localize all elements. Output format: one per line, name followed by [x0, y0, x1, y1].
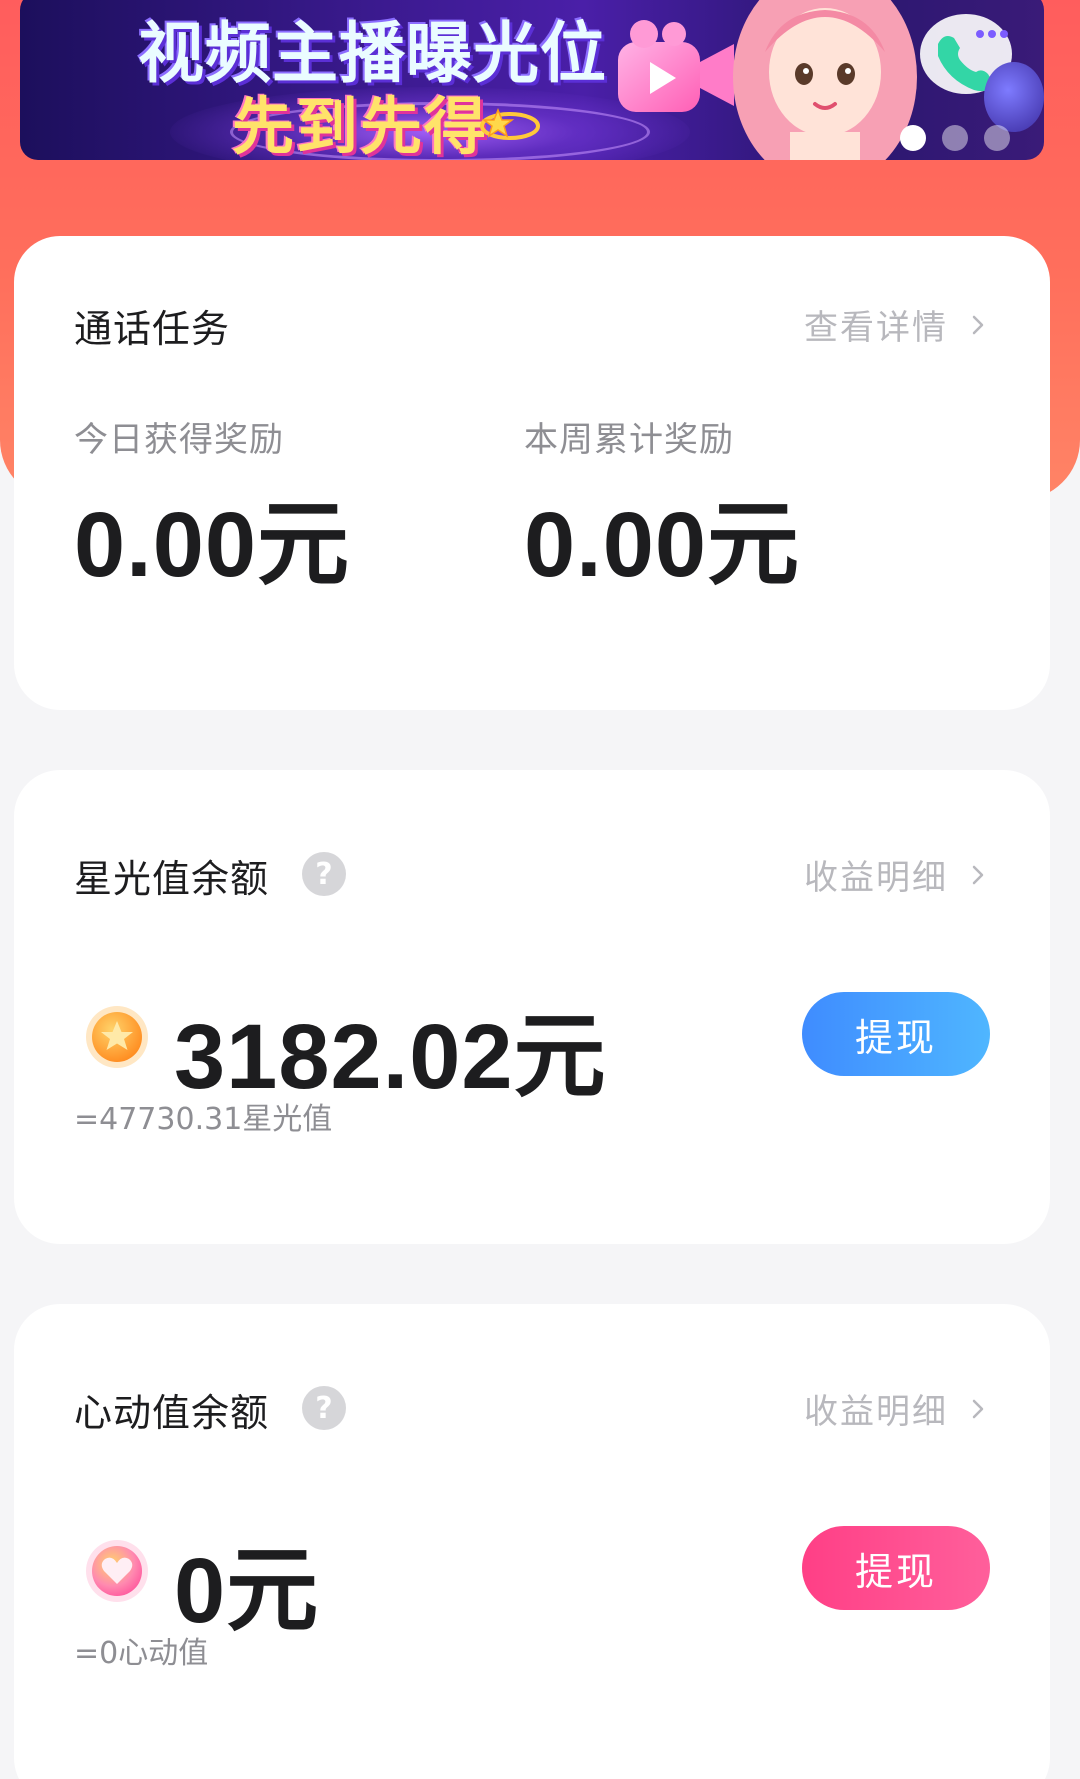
starlight-withdraw-button[interactable]: 提现	[802, 992, 990, 1076]
host-character-illustration	[733, 0, 917, 160]
pagination-dot[interactable]	[900, 125, 926, 151]
view-details-label: 查看详情	[804, 308, 948, 348]
week-reward-value: 0.00元	[524, 494, 801, 596]
heartbeat-income-details-link[interactable]: 收益明细	[804, 1384, 986, 1433]
call-task-title: 通话任务	[74, 307, 231, 351]
banner-pagination	[900, 125, 1010, 151]
heartbeat-equivalent: =0心动值	[74, 1636, 209, 1671]
call-task-card: 通话任务 查看详情 今日获得奖励 0.00元 本周累计奖励 0.00元	[14, 236, 1050, 710]
star-swoosh-icon	[480, 107, 540, 140]
heartbeat-balance-card: 心动值余额 ? 收益明细 0元 =0心动值 提现	[14, 1304, 1050, 1779]
starlight-balance-card: 星光值余额 ? 收益明细 3182.02元 =47730.31星光值 提现	[14, 770, 1050, 1244]
chevron-right-icon	[972, 315, 984, 334]
today-reward-value: 0.00元	[74, 494, 351, 596]
chevron-right-icon	[972, 865, 984, 884]
decorative-orb	[984, 62, 1044, 132]
starlight-equivalent: =47730.31星光值	[74, 1102, 333, 1137]
today-reward-label: 今日获得奖励	[74, 420, 284, 460]
help-icon[interactable]: ?	[302, 852, 346, 896]
pagination-dot[interactable]	[984, 125, 1010, 151]
help-icon[interactable]: ?	[302, 1386, 346, 1430]
pagination-dot[interactable]	[942, 125, 968, 151]
star-coin-icon	[86, 1006, 148, 1068]
week-reward-label: 本周累计奖励	[524, 420, 734, 460]
banner-subheadline: 先到先得	[232, 90, 489, 160]
heart-coin-icon	[86, 1540, 148, 1602]
promo-banner[interactable]: 视频主播曝光位 先到先得	[20, 0, 1044, 160]
starlight-income-details-link[interactable]: 收益明细	[804, 850, 986, 899]
heartbeat-withdraw-button[interactable]: 提现	[802, 1526, 990, 1610]
view-details-link[interactable]: 查看详情	[804, 300, 986, 349]
income-details-label: 收益明细	[804, 858, 948, 898]
heartbeat-balance-title: 心动值余额	[74, 1391, 270, 1435]
chevron-right-icon	[972, 1399, 984, 1418]
starlight-balance-title: 星光值余额	[74, 857, 270, 901]
income-details-label: 收益明细	[804, 1392, 948, 1432]
wallet-page: 视频主播曝光位 先到先得 通话任务 查看详情 今日获得奖励 0.00元 本周累计…	[0, 0, 1080, 1779]
